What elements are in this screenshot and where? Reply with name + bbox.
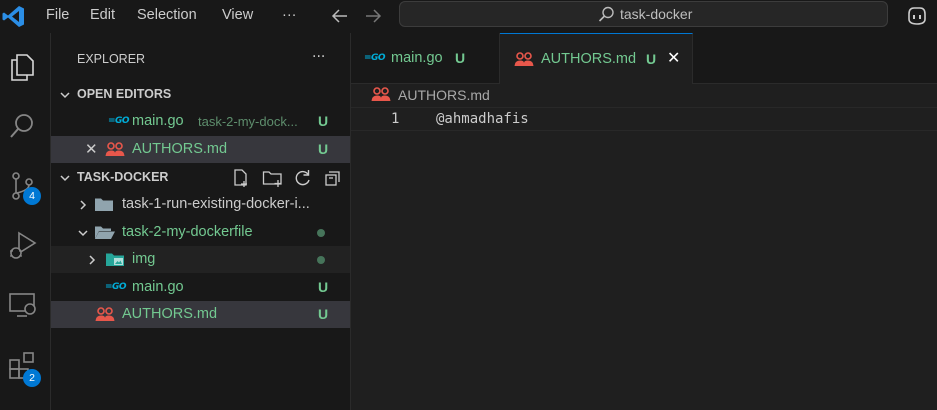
folder-icon [95, 198, 113, 211]
breadcrumb-file[interactable]: AUTHORS.md [398, 84, 490, 106]
tab-close-icon[interactable]: ✕ [667, 34, 680, 84]
line-number: 1 [391, 111, 400, 127]
go-file-icon: =GO [105, 282, 127, 292]
tree-item-label: AUTHORS.md [122, 306, 218, 322]
open-editors-label: OPEN EDITORS [77, 87, 172, 101]
tab-status: U [646, 51, 657, 67]
menu-edit[interactable]: Edit [90, 0, 115, 33]
people-icon [371, 87, 391, 101]
close-editor-icon[interactable]: ✕ [85, 136, 98, 163]
modified-dot [317, 229, 325, 237]
open-editor-item-main-go[interactable]: =GO main.go task-2-my-dock... U [51, 108, 350, 135]
command-center-search[interactable]: task-docker [399, 1, 888, 27]
tree-item-label: main.go [132, 279, 184, 295]
tab-status: U [455, 50, 466, 66]
activity-bar: 4 2 [0, 33, 51, 410]
code-text[interactable]: @ahmadhafis [436, 108, 529, 130]
sidebar-title: EXPLORER [77, 52, 146, 66]
editor-area: =GO main.go U AUTHORS.md U ✕ AUTHORS.md … [351, 33, 937, 410]
copilot-icon[interactable] [905, 5, 929, 27]
tree-file-main-go[interactable]: =GO main.go U [51, 274, 350, 301]
open-editors-header[interactable]: OPEN EDITORS [51, 81, 350, 108]
collapse-all-icon[interactable] [323, 168, 343, 188]
workspace-header[interactable]: TASK-DOCKER [51, 164, 350, 191]
tree-file-authors[interactable]: AUTHORS.md U [51, 301, 350, 328]
tab-label: main.go [391, 50, 443, 66]
tab-label: AUTHORS.md [541, 51, 637, 67]
untracked-status: U [318, 306, 329, 322]
menu-more[interactable]: ··· [282, 0, 297, 33]
chevron-right-icon [89, 255, 96, 265]
folder-open-icon [95, 226, 115, 239]
workspace-label: TASK-DOCKER [77, 170, 169, 184]
title-bar: File Edit Selection View ··· task-docker [0, 0, 937, 33]
menu-file[interactable]: File [46, 0, 69, 33]
new-folder-icon[interactable] [262, 168, 284, 188]
menu-view[interactable]: View [222, 0, 253, 33]
vscode-logo-icon [2, 6, 24, 27]
sidebar-more-button[interactable]: ··· [312, 47, 325, 67]
back-arrow-icon[interactable] [329, 4, 353, 28]
go-file-icon: =GO [108, 116, 130, 126]
tree-folder-img[interactable]: img [51, 246, 350, 273]
refresh-icon[interactable] [293, 168, 313, 188]
untracked-status: U [318, 113, 329, 129]
people-icon [514, 52, 534, 66]
run-debug-icon[interactable] [7, 229, 39, 261]
open-editor-item-authors[interactable]: ✕ AUTHORS.md U [51, 136, 350, 163]
editor-tabs: =GO main.go U AUTHORS.md U ✕ [351, 33, 937, 84]
tree-item-label: img [132, 251, 156, 267]
open-editor-filename: main.go [132, 113, 184, 129]
remote-explorer-icon[interactable] [7, 289, 39, 321]
image-folder-icon [106, 253, 124, 266]
tab-main-go[interactable]: =GO main.go U [351, 33, 500, 84]
tree-folder-task-1[interactable]: task-1-run-existing-docker-i... [51, 191, 350, 218]
search-view-icon[interactable] [7, 110, 39, 142]
tree-item-label: task-2-my-dockerfile [122, 224, 253, 240]
chevron-down-icon [60, 175, 70, 182]
open-editor-path: task-2-my-dock... [198, 114, 298, 129]
untracked-status: U [318, 141, 329, 157]
forward-arrow-icon[interactable] [361, 4, 385, 28]
chevron-down-icon [60, 92, 70, 99]
open-editor-filename: AUTHORS.md [132, 141, 228, 157]
search-icon [598, 6, 614, 22]
new-file-icon[interactable] [231, 168, 251, 188]
tab-authors-md[interactable]: AUTHORS.md U ✕ [500, 33, 693, 84]
tree-item-label: task-1-run-existing-docker-i... [122, 196, 310, 212]
modified-dot [317, 256, 325, 264]
tree-folder-task-2[interactable]: task-2-my-dockerfile [51, 219, 350, 246]
menu-selection[interactable]: Selection [137, 0, 197, 33]
extensions-badge: 2 [23, 369, 41, 387]
explorer-sidebar: EXPLORER ··· OPEN EDITORS =GO main.go ta… [51, 33, 351, 410]
untracked-status: U [318, 279, 329, 295]
go-file-icon: =GO [364, 53, 386, 63]
chevron-down-icon [78, 230, 88, 237]
explorer-icon[interactable] [7, 51, 39, 83]
people-icon [105, 142, 125, 156]
source-control-badge: 4 [23, 187, 41, 205]
search-text: task-docker [620, 6, 693, 22]
code-line-1[interactable]: 1 @ahmadhafis [351, 107, 937, 131]
chevron-right-icon [80, 200, 87, 210]
people-icon [95, 307, 115, 321]
